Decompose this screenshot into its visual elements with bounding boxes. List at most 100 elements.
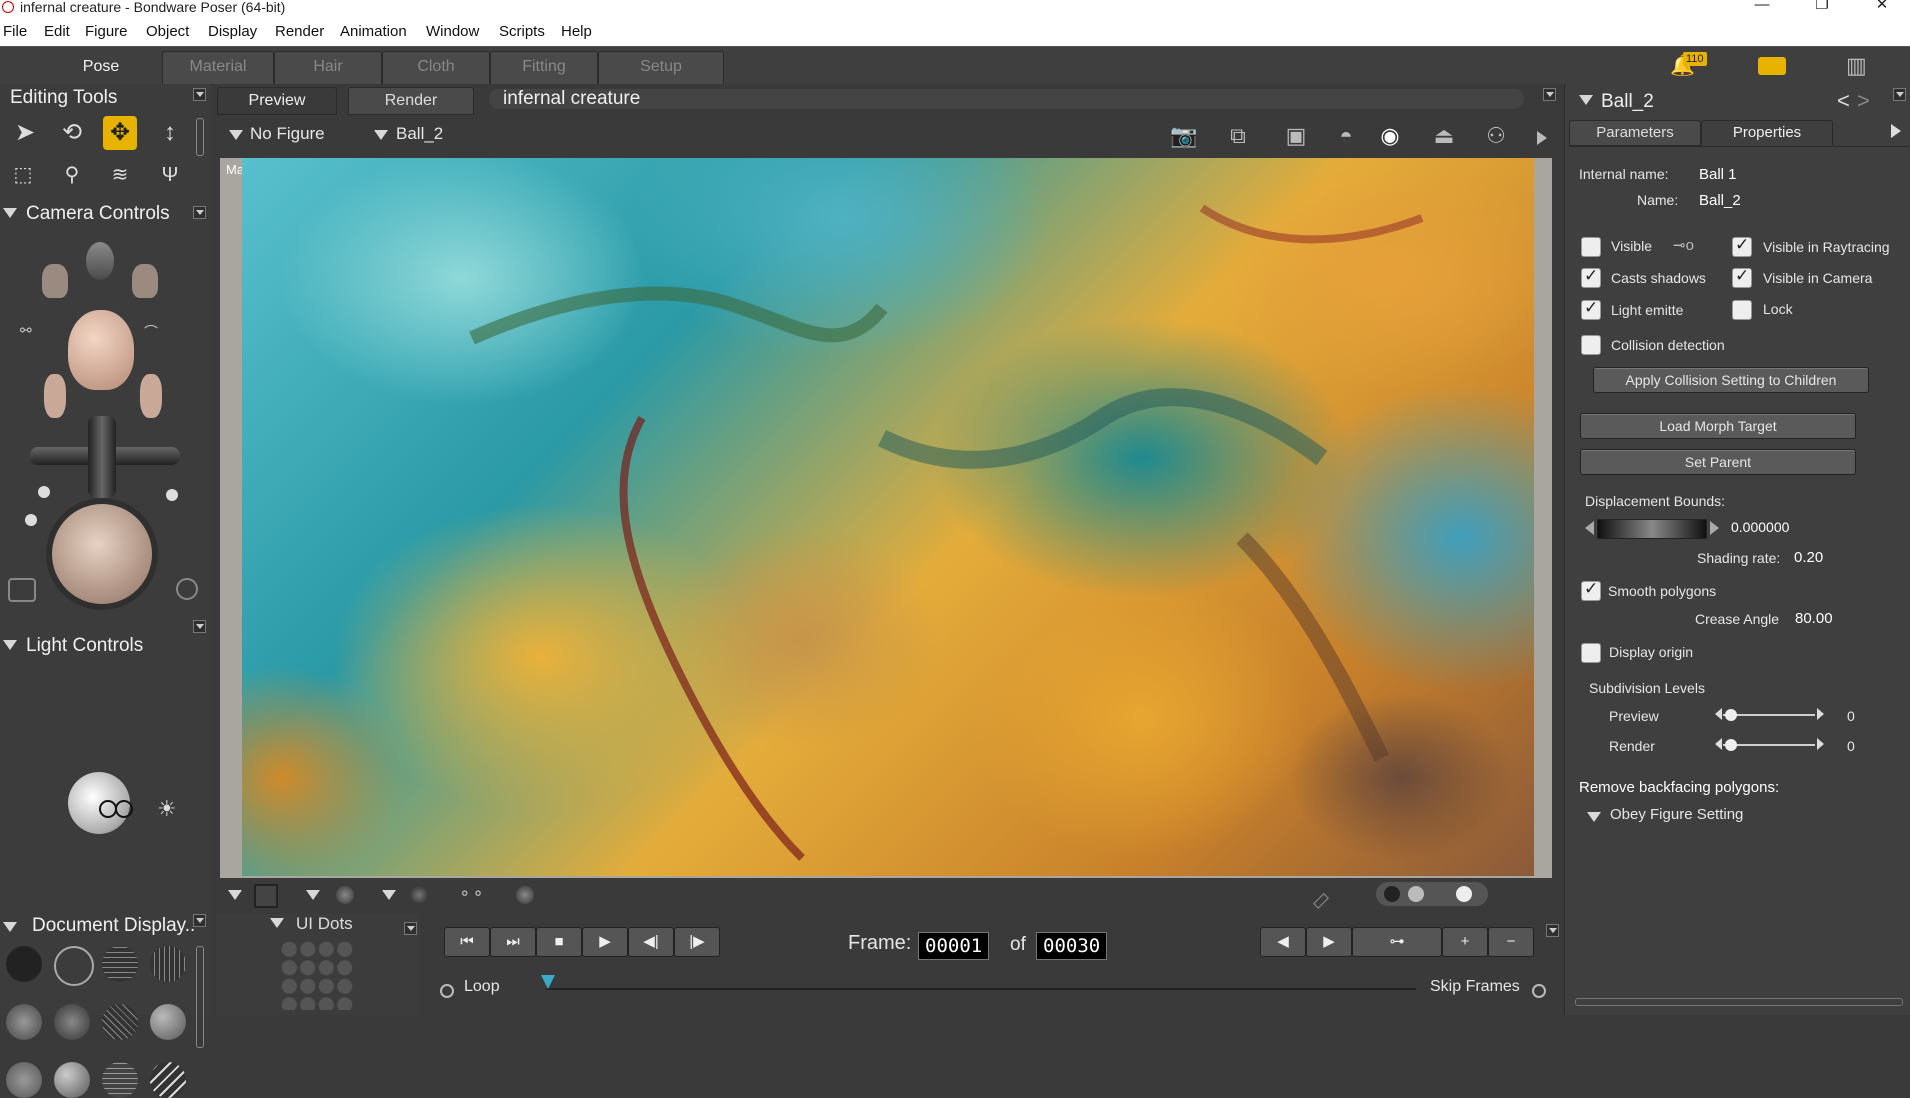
play-button[interactable]: ▶ <box>582 927 628 957</box>
timeline-scrubber[interactable] <box>541 975 555 989</box>
trackball-icon[interactable] <box>52 504 152 604</box>
translate-in-out-icon[interactable]: ↕ <box>153 116 187 150</box>
preview-decrease-icon[interactable] <box>1715 708 1722 720</box>
camera-dot-far-left[interactable] <box>25 514 37 526</box>
figure-select[interactable]: No Figure <box>250 124 325 144</box>
taper-tool-icon[interactable]: ≋ <box>103 158 137 192</box>
head-camera-icon[interactable] <box>68 310 134 390</box>
previous-frame-button[interactable]: ◀| <box>628 927 674 957</box>
timeline-track[interactable] <box>546 988 1416 990</box>
zoom-camera-icon[interactable]: ⚯ <box>20 322 60 338</box>
outline-style-icon[interactable] <box>54 946 94 986</box>
mesh-style-icon[interactable] <box>102 1062 138 1098</box>
preview-increase-icon[interactable] <box>1817 708 1824 720</box>
document-display-menu[interactable] <box>193 914 206 927</box>
document-display-collapse-icon[interactable] <box>3 922 17 932</box>
camera-controls-collapse-icon[interactable] <box>3 208 17 218</box>
backfacing-dropdown[interactable]: Obey Figure Setting <box>1610 806 1743 823</box>
posing-camera-icon[interactable]: ◓ <box>1330 122 1362 150</box>
light-controls-menu[interactable] <box>193 620 206 633</box>
room-tab-material[interactable]: Material <box>162 51 274 85</box>
menu-edit[interactable]: Edit <box>44 23 70 40</box>
flat-shaded-style-icon[interactable] <box>54 1004 90 1040</box>
right-arm-camera-icon[interactable] <box>140 374 162 418</box>
background-swatch[interactable] <box>254 884 278 908</box>
animation-controls-menu[interactable] <box>1546 924 1559 937</box>
display-origin-checkbox[interactable] <box>1581 643 1601 663</box>
color-dot-dark[interactable] <box>1432 886 1448 902</box>
focal-camera-icon[interactable]: ⌒ <box>144 322 174 340</box>
next-frame-button[interactable]: |▶ <box>674 927 720 957</box>
room-tab-setup[interactable]: Setup <box>598 51 724 85</box>
tab-parameters[interactable]: Parameters <box>1569 120 1701 146</box>
lock-checkbox[interactable] <box>1732 300 1752 320</box>
light-handle-2[interactable] <box>115 800 133 818</box>
preview-slider-knob[interactable] <box>1725 709 1737 721</box>
actor-select-arrow-icon[interactable] <box>374 130 388 140</box>
morph-brush-icon[interactable]: Ψ <box>153 158 187 192</box>
render-increase-icon[interactable] <box>1817 738 1824 750</box>
shading-rate-value[interactable]: 0.20 <box>1794 549 1823 566</box>
camera-snapshot-icon[interactable] <box>8 578 36 602</box>
visible-checkbox[interactable] <box>1581 237 1601 257</box>
backfacing-dropdown-arrow-icon[interactable] <box>1587 812 1601 822</box>
figure-select-arrow-icon[interactable] <box>229 130 243 140</box>
menu-help[interactable]: Help <box>561 23 592 40</box>
room-tab-hair[interactable]: Hair <box>274 51 382 85</box>
displacement-increase-icon[interactable] <box>1710 521 1719 535</box>
menu-window[interactable]: Window <box>426 23 479 40</box>
minimize-icon[interactable]: — <box>1742 0 1782 14</box>
camera-controls-menu[interactable] <box>193 206 206 219</box>
visibility-key-icon[interactable]: ⊸o <box>1673 236 1694 254</box>
document-display-scroll[interactable] <box>196 946 204 1048</box>
skip-frames-radio[interactable] <box>1532 984 1546 998</box>
ui-dots-grid[interactable] <box>280 940 354 1010</box>
room-tab-fitting[interactable]: Fitting <box>490 51 598 85</box>
apply-collision-button[interactable]: Apply Collision Setting to Children <box>1593 367 1869 393</box>
close-icon[interactable]: ✕ <box>1862 0 1902 14</box>
delete-keyframe-button[interactable]: − <box>1488 927 1534 957</box>
tab-properties[interactable]: Properties <box>1701 120 1833 145</box>
twist-tool-icon[interactable]: ⚲ <box>55 158 89 192</box>
smooth-polygons-checkbox[interactable] <box>1581 579 1601 601</box>
color-dot-light[interactable] <box>1408 886 1424 902</box>
ui-dots-collapse-icon[interactable] <box>270 918 284 928</box>
smooth-lined-style-icon[interactable] <box>54 1062 90 1098</box>
render-decrease-icon[interactable] <box>1715 738 1722 750</box>
menu-display[interactable]: Display <box>208 23 257 40</box>
silhouette-style-icon[interactable] <box>6 946 42 982</box>
camera-icon[interactable]: 📷 <box>1168 122 1200 150</box>
collision-detection-checkbox[interactable] <box>1581 335 1601 355</box>
camera-dot-right[interactable] <box>166 489 178 501</box>
displacement-value[interactable]: 0.000000 <box>1731 519 1789 535</box>
color-dot-white[interactable] <box>1456 886 1472 902</box>
loop-radio[interactable] <box>440 984 454 998</box>
chat-icon[interactable] <box>1758 57 1786 75</box>
ground-plane-icon[interactable]: ⏏ <box>1428 122 1460 150</box>
figure-display-icon[interactable]: ⚬⚬ <box>458 884 488 906</box>
menu-figure[interactable]: Figure <box>85 23 128 40</box>
light-controls-collapse-icon[interactable] <box>3 640 17 650</box>
camera-bar-more-icon[interactable] <box>1537 131 1547 145</box>
restore-icon[interactable]: ❐ <box>1802 0 1842 14</box>
add-keyframe-button[interactable]: + <box>1442 927 1488 957</box>
go-to-end-button[interactable]: ⏭ <box>490 927 536 957</box>
menu-file[interactable]: File <box>3 23 27 40</box>
sun-light-icon[interactable]: ☀ <box>157 796 177 822</box>
displacement-dial[interactable] <box>1597 519 1707 539</box>
go-to-start-button[interactable]: ⏮ <box>444 927 490 957</box>
keyframes-editor-button[interactable]: ⊶ <box>1352 927 1442 957</box>
color-dot-black[interactable] <box>1384 886 1400 902</box>
left-hand-camera-icon[interactable] <box>42 264 68 298</box>
foreground-menu-icon[interactable] <box>382 890 396 900</box>
ruler-icon[interactable]: ▭ <box>1305 877 1342 915</box>
cartoon-style-icon[interactable] <box>102 1004 138 1040</box>
load-morph-target-button[interactable]: Load Morph Target <box>1580 413 1856 439</box>
texture-shaded-style-icon[interactable] <box>6 1062 42 1098</box>
background-color-menu-icon[interactable] <box>228 890 242 900</box>
casts-shadows-checkbox[interactable] <box>1581 266 1601 288</box>
face-camera-view-icon[interactable]: ▣ <box>1280 122 1312 150</box>
tabs-scroll-right-icon[interactable] <box>1891 124 1901 138</box>
group-camera-icon[interactable]: ⚇ <box>1480 122 1512 150</box>
shadow-sphere-icon[interactable] <box>336 886 354 904</box>
